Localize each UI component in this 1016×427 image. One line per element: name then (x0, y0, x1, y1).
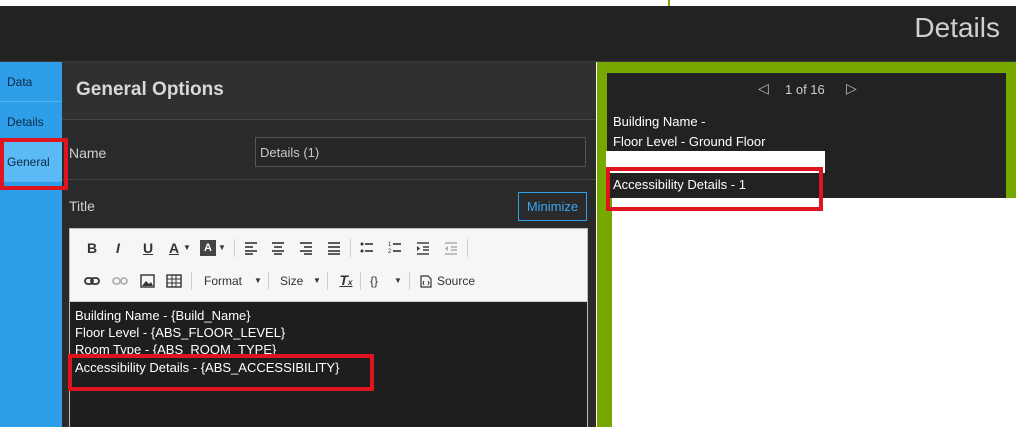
chevron-left-icon[interactable]: ◁ (758, 80, 769, 97)
clear-format-icon[interactable]: Tx (338, 270, 354, 290)
minimize-button[interactable]: Minimize (518, 192, 587, 221)
name-input[interactable] (255, 137, 586, 167)
panel-title: Details (914, 12, 1000, 43)
image-icon[interactable] (140, 274, 155, 288)
text-color-button[interactable]: A (167, 238, 181, 258)
table-icon[interactable] (166, 274, 182, 288)
highlight-box (68, 354, 374, 391)
unlink-icon[interactable] (112, 274, 128, 288)
bold-button[interactable]: B (84, 238, 100, 258)
toolbar-separator (327, 272, 328, 290)
toolbar-separator (268, 272, 269, 290)
general-options-title: General Options (76, 79, 224, 100)
header-bar (0, 6, 1016, 62)
tab-details[interactable]: Details (0, 102, 62, 142)
underline-button[interactable]: U (140, 238, 156, 258)
align-center-icon[interactable] (271, 241, 285, 255)
chevron-down-icon[interactable]: ▼ (218, 238, 226, 258)
svg-text:2: 2 (388, 249, 392, 255)
popup-line: Floor Level - Ground Floor (613, 134, 766, 149)
source-icon[interactable] (420, 275, 432, 288)
editor-line: Building Name - {Build_Name} (75, 308, 251, 323)
highlight-box (0, 138, 68, 190)
chevron-down-icon[interactable]: ▼ (313, 271, 321, 291)
chevron-down-icon[interactable]: ▼ (254, 271, 262, 291)
format-dropdown[interactable]: Format (204, 271, 242, 291)
indent-icon[interactable] (416, 241, 430, 255)
align-left-icon[interactable] (244, 241, 258, 255)
source-button[interactable]: Source (437, 271, 475, 291)
align-right-icon[interactable] (299, 241, 313, 255)
editor-line: Floor Level - {ABS_FLOOR_LEVEL} (75, 325, 286, 340)
highlight-box (606, 167, 823, 211)
pager-count: 1 of 16 (785, 82, 825, 97)
numbered-list-icon[interactable]: 12 (388, 241, 402, 255)
justify-icon[interactable] (327, 241, 341, 255)
bulleted-list-icon[interactable] (360, 241, 374, 255)
italic-button[interactable]: I (111, 238, 125, 258)
chevron-right-icon[interactable]: ▷ (846, 80, 857, 97)
popup-line: Building Name - (613, 114, 706, 129)
toolbar-separator (234, 239, 235, 257)
tab-data[interactable]: Data (0, 62, 62, 102)
outdent-icon[interactable] (444, 241, 458, 255)
toolbar-separator (467, 239, 468, 257)
side-tabs: Data Details General (0, 62, 62, 427)
toolbar-separator (191, 272, 192, 290)
title-label: Title (69, 198, 95, 214)
map-area (612, 198, 1016, 427)
link-icon[interactable] (84, 274, 100, 288)
name-label: Name (69, 145, 107, 161)
svg-text:1: 1 (388, 242, 392, 248)
background-color-button[interactable]: A (200, 240, 216, 256)
toolbar-separator (409, 272, 410, 290)
chevron-down-icon[interactable]: ▼ (183, 238, 191, 258)
toolbar-separator (350, 239, 351, 257)
placeholder-dropdown[interactable]: {} (370, 271, 378, 291)
chevron-down-icon[interactable]: ▼ (394, 271, 402, 291)
divider (62, 179, 596, 180)
toolbar-separator (360, 272, 361, 290)
size-dropdown[interactable]: Size (280, 271, 303, 291)
